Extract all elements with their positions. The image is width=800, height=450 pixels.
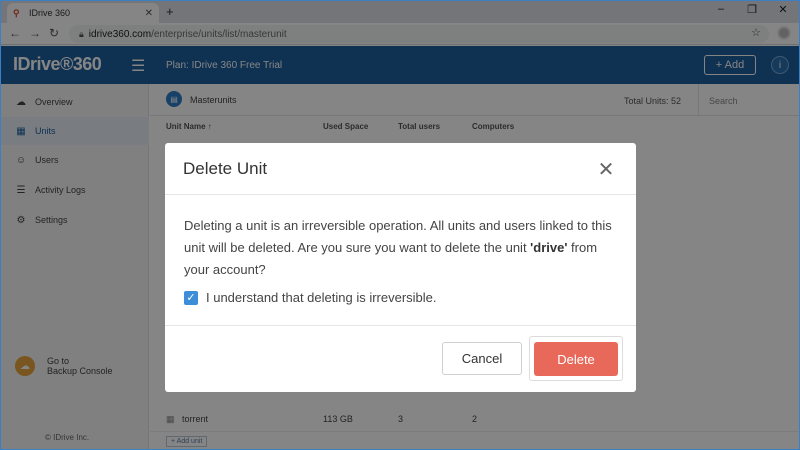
delete-unit-dialog: Delete Unit ✕ Deleting a unit is an irre… [165,143,636,392]
footer-divider [165,325,636,326]
confirm-checkbox[interactable]: ✓ [184,290,198,305]
delete-button[interactable]: Delete [534,342,618,376]
cancel-button[interactable]: Cancel [442,342,522,375]
close-icon[interactable]: ✕ [596,157,616,182]
dialog-title: Delete Unit [183,159,268,178]
delete-button-focus-ring: Delete [529,336,623,381]
browser-window: ⚲ IDrive 360 ✕ + – ❐ ✕ ← → ↻ 🔒︎ idrive36… [0,0,800,450]
confirm-checkbox-row[interactable]: ✓ I understand that deleting is irrevers… [184,290,437,305]
header-divider [165,194,636,195]
unit-name-highlight: 'drive' [530,240,568,255]
checkbox-label[interactable]: I understand that deleting is irreversib… [206,290,437,305]
dialog-message: Deleting a unit is an irreversible opera… [184,215,614,281]
